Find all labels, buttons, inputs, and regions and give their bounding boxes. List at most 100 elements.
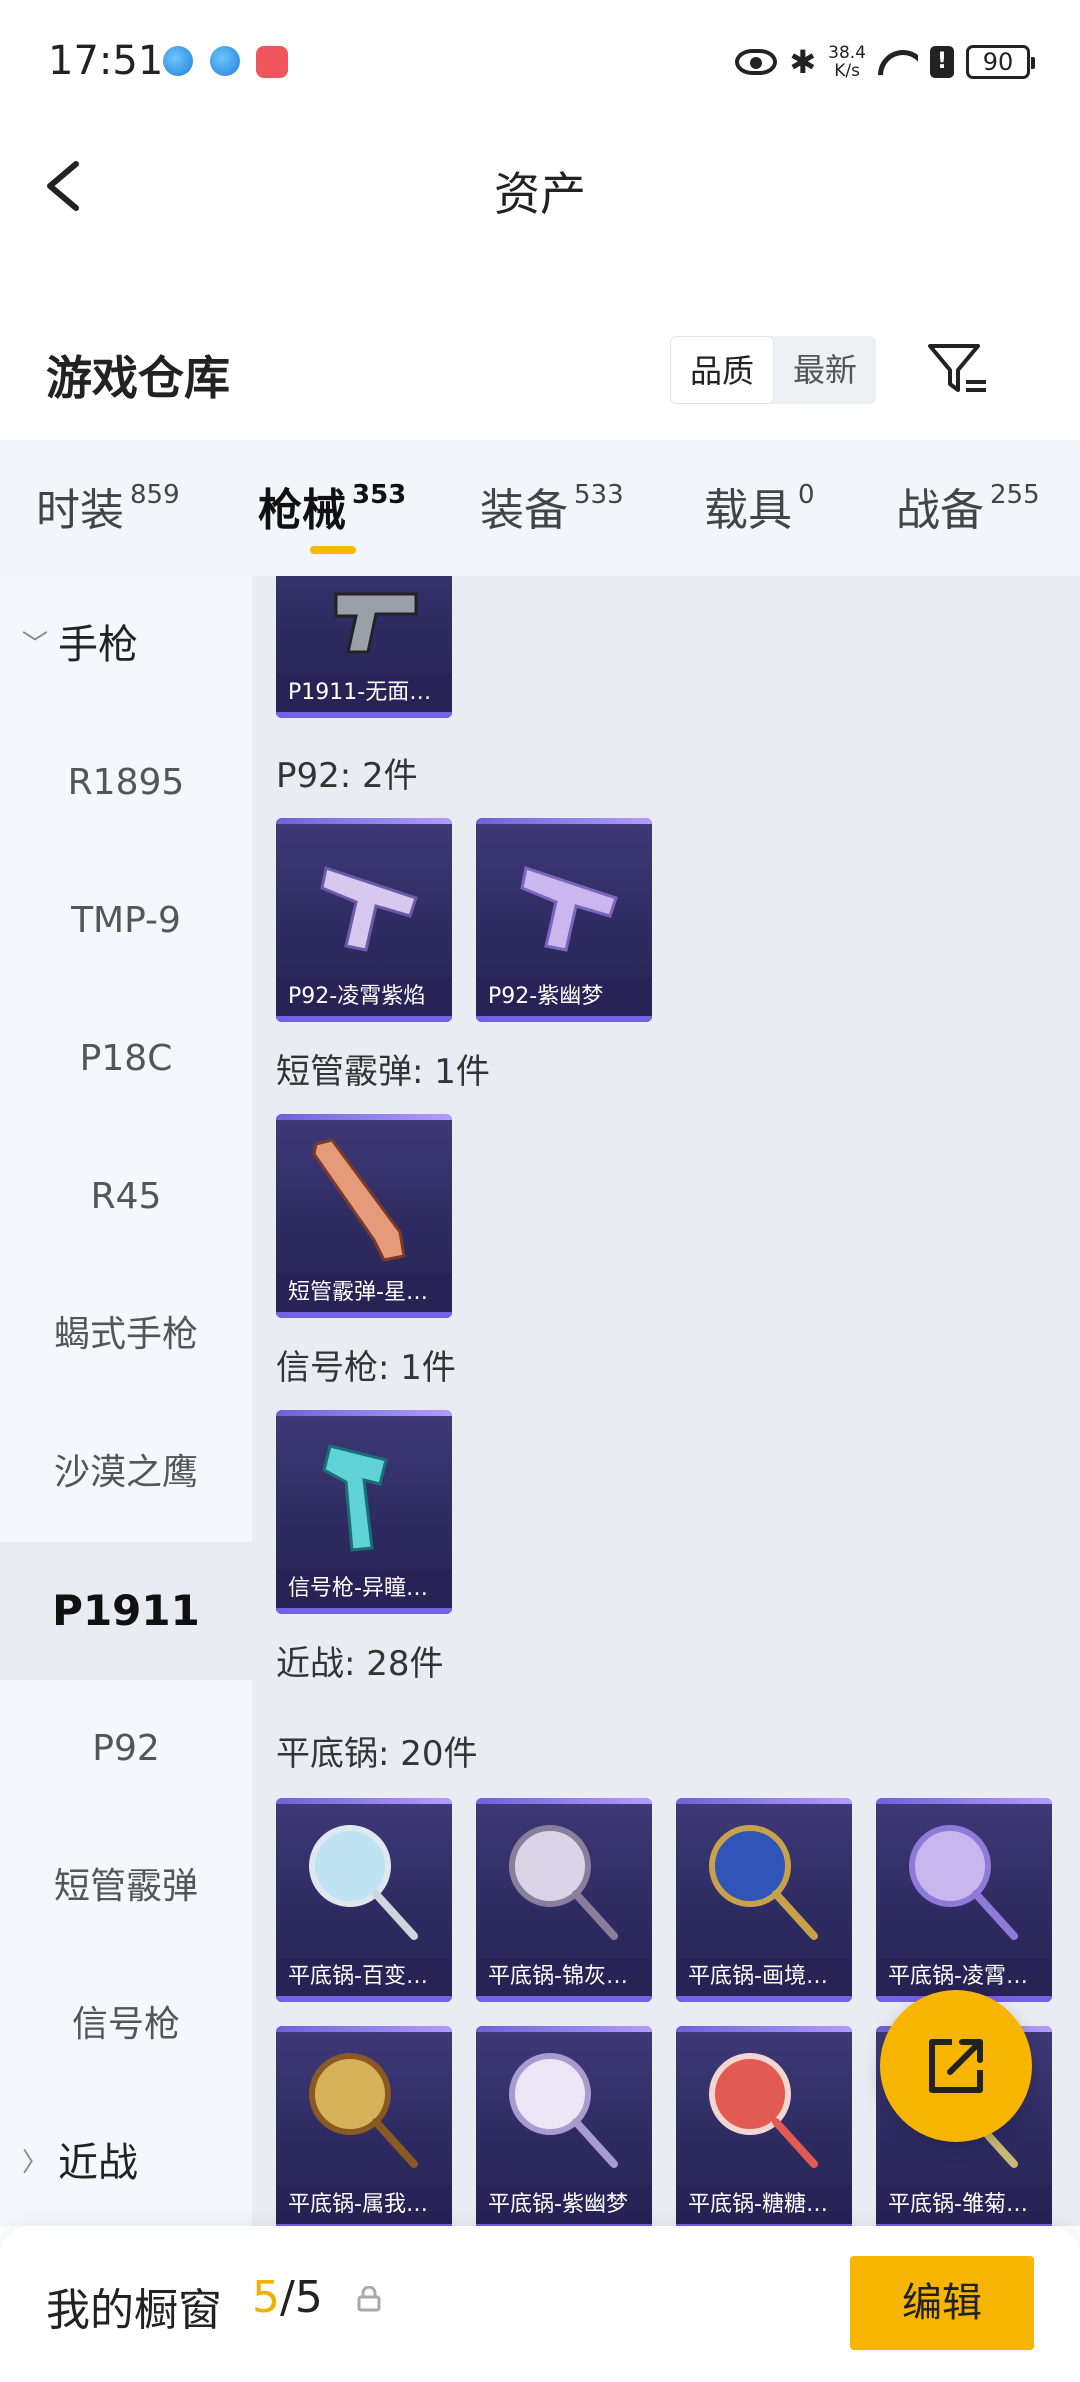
sidebar-item-label: 近战 [58, 2140, 138, 2186]
edit-button[interactable]: 编辑 [850, 2256, 1034, 2350]
showcase-count-current: 5 [252, 2272, 280, 2323]
sidebar-item-p18c[interactable]: P18C [0, 990, 252, 1128]
status-bar: 17:51 ✱ 38.4 K/s ! 90 [0, 0, 1080, 126]
showcase-bar: 我的橱窗 5/5 编辑 [0, 2226, 1080, 2382]
item-name: 平底锅-百变… [276, 1958, 452, 2002]
card-rarity-bar [676, 1798, 852, 1804]
sidebar-item-sawed-off[interactable]: 短管霰弹 [0, 1818, 252, 1956]
shopping-notification-icon [256, 46, 288, 78]
share-button[interactable] [880, 1990, 1032, 2142]
subcategory-sidebar: ﹀ 手枪 R1895 TMP-9 P18C R45 蝎式手枪 沙漠之鹰 P191… [0, 576, 252, 2226]
item-name: P92-紫幽梦 [476, 978, 652, 1022]
network-speed: 38.4 K/s [828, 44, 866, 80]
item-name: 平底锅-糖糖… [676, 2186, 852, 2226]
item-name: 平底锅-紫幽梦 [476, 2186, 652, 2226]
item-card[interactable]: 平底锅-百变… [276, 1798, 452, 2002]
item-card[interactable]: P1911-无面… [276, 576, 452, 718]
item-card[interactable]: 平底锅-属我… [276, 2026, 452, 2226]
pistol-icon [334, 592, 418, 654]
chevron-down-icon: ﹀ [22, 630, 49, 660]
card-rarity-bar [276, 1798, 452, 1804]
tab-vehicles[interactable]: 载具 0 [704, 474, 815, 538]
tab-gear[interactable]: 战备 255 [896, 474, 1040, 538]
filter-button[interactable] [926, 340, 990, 400]
sidebar-item-tmp9[interactable]: TMP-9 [0, 852, 252, 990]
sidebar-item-p1911[interactable]: P1911 [0, 1542, 252, 1680]
pan-icon [709, 2053, 818, 2168]
sidebar-item-label: 手枪 [58, 622, 138, 668]
item-card[interactable]: 平底锅-画境… [676, 1798, 852, 2002]
active-tab-indicator [310, 546, 356, 554]
tab-equipment[interactable]: 装备 533 [480, 474, 624, 538]
sidebar-item-desert-eagle[interactable]: 沙漠之鹰 [0, 1404, 252, 1542]
item-name: 平底锅-画境… [676, 1958, 852, 2002]
warehouse-header: 游戏仓库 品质 最新 [0, 300, 1080, 440]
item-card[interactable]: 短管霰弹-星… [276, 1114, 452, 1318]
card-rarity-bar [276, 2026, 452, 2032]
sidebar-group-melee[interactable]: 〉 近战 [0, 2094, 252, 2232]
card-rarity-bar [276, 818, 452, 824]
pistol-icon [520, 866, 618, 952]
tab-firearms[interactable]: 枪械 353 [258, 474, 406, 538]
tab-fashion[interactable]: 时装 859 [36, 474, 180, 538]
tab-count: 859 [130, 480, 180, 510]
item-card[interactable]: P92-凌霄紫焰 [276, 818, 452, 1022]
warehouse-title: 游戏仓库 [46, 351, 230, 405]
flare-gun-icon [322, 1444, 388, 1552]
sidebar-item-r1895[interactable]: R1895 [0, 714, 252, 852]
showcase-count-total: /5 [280, 2272, 323, 2323]
shotgun-icon [312, 1138, 406, 1262]
item-name: P92-凌霄紫焰 [276, 978, 452, 1022]
item-card[interactable]: P92-紫幽梦 [476, 818, 652, 1022]
tab-label: 载具 [704, 485, 792, 536]
tab-count: 0 [798, 480, 815, 510]
tab-count: 353 [352, 480, 407, 510]
item-name: 平底锅-雏菊… [876, 2186, 1052, 2226]
tab-label: 战备 [896, 485, 984, 536]
sidebar-item-flare-gun[interactable]: 信号枪 [0, 1956, 252, 2094]
pan-icon [909, 1825, 1018, 1940]
section-label-pan: 平底锅: 20件 [276, 1734, 478, 1774]
item-card[interactable]: 平底锅-锦灰… [476, 1798, 652, 2002]
sidebar-group-pistol[interactable]: ﹀ 手枪 [0, 576, 252, 714]
battery-icon: 90 [966, 45, 1035, 79]
item-name: 平底锅-属我… [276, 2186, 452, 2226]
item-grid: P1911-无面… P92: 2件 P92-凌霄紫焰 P92-紫幽梦 短管霰弹:… [252, 576, 1080, 2226]
sidebar-item-r45[interactable]: R45 [0, 1128, 252, 1266]
sort-option-quality[interactable]: 品质 [670, 336, 774, 404]
pan-icon [509, 2053, 618, 2168]
lock-icon [357, 2286, 381, 2312]
pistol-icon [320, 866, 418, 952]
page-title: 资产 [494, 167, 586, 221]
section-label-flare-gun: 信号枪: 1件 [276, 1348, 456, 1388]
card-rarity-bar [676, 2026, 852, 2032]
sort-option-latest[interactable]: 最新 [774, 336, 876, 404]
filter-icon [928, 344, 986, 392]
pan-icon [309, 2053, 418, 2168]
browser-notification-icon [163, 46, 193, 76]
category-tabs: 时装 859 枪械 353 装备 533 载具 0 战备 255 [0, 440, 1080, 576]
sidebar-item-scorpion[interactable]: 蝎式手枪 [0, 1266, 252, 1404]
chevron-right-icon: 〉 [22, 2148, 49, 2178]
browser-notification-icon [210, 46, 240, 76]
showcase-title: 我的橱窗 [46, 2285, 222, 2336]
app-header: 资产 [0, 126, 1080, 246]
card-rarity-bar [476, 2026, 652, 2032]
card-rarity-bar [276, 1114, 452, 1120]
item-card[interactable]: 平底锅-糖糖… [676, 2026, 852, 2226]
item-card[interactable]: 平底锅-凌霄… [876, 1798, 1052, 2002]
bluetooth-icon: ✱ [789, 43, 817, 81]
tab-label: 时装 [36, 485, 124, 536]
pan-icon [509, 1825, 618, 1940]
showcase-count: 5/5 [252, 2272, 323, 2323]
section-label-sawed-off: 短管霰弹: 1件 [276, 1052, 490, 1092]
item-name: 信号枪-异瞳… [276, 1570, 452, 1614]
item-card[interactable]: 信号枪-异瞳… [276, 1410, 452, 1614]
tab-count: 255 [990, 480, 1040, 510]
sidebar-item-p92[interactable]: P92 [0, 1680, 252, 1818]
item-card[interactable]: 平底锅-紫幽梦 [476, 2026, 652, 2226]
status-time: 17:51 [48, 38, 164, 84]
tab-count: 533 [574, 480, 624, 510]
sort-toggle: 品质 最新 [670, 336, 876, 404]
tab-label: 枪械 [258, 485, 346, 536]
